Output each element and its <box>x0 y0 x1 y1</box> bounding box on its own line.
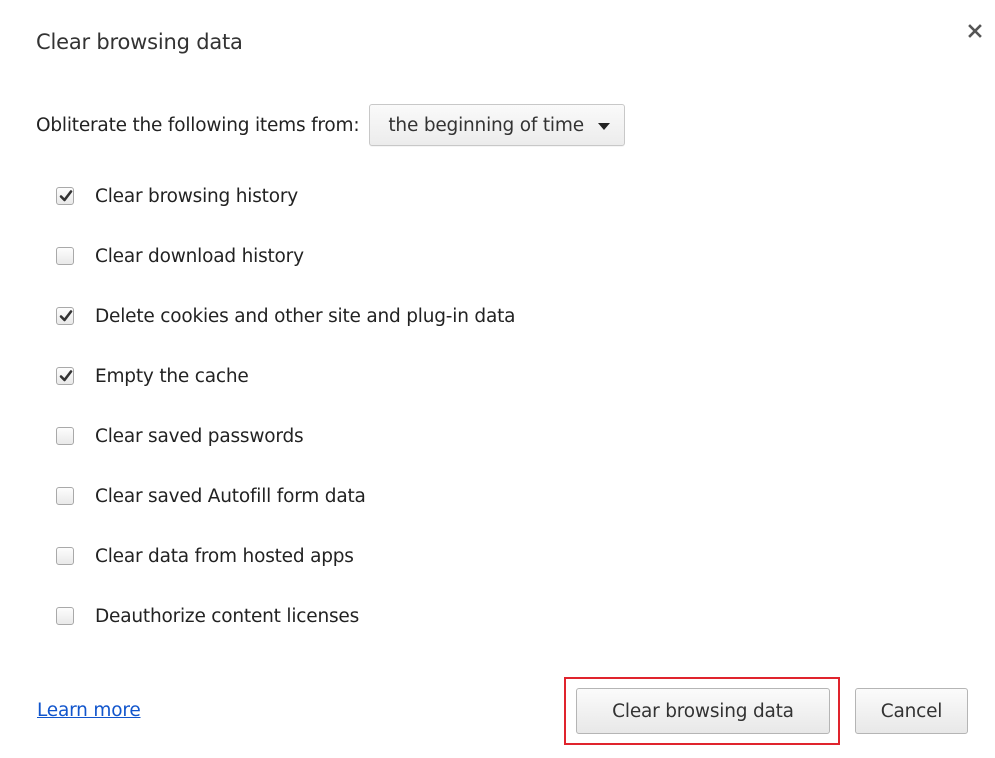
option-clear-hosted-apps-data[interactable]: Clear data from hosted apps <box>56 526 515 586</box>
cancel-button[interactable]: Cancel <box>855 688 968 734</box>
option-delete-cookies[interactable]: Delete cookies and other site and plug-i… <box>56 286 516 346</box>
option-label: Deauthorize content licenses <box>95 605 360 627</box>
checkmark-icon <box>59 310 73 322</box>
option-label: Clear saved Autofill form data <box>95 485 366 507</box>
option-deauthorize-licenses[interactable]: Deauthorize content licenses <box>56 586 515 646</box>
checkbox[interactable] <box>56 367 74 385</box>
checkbox[interactable] <box>56 547 74 565</box>
checkbox[interactable] <box>56 307 74 325</box>
checkbox[interactable] <box>56 607 74 625</box>
dropdown-arrow-icon <box>597 115 610 136</box>
option-empty-cache[interactable]: Empty the cache <box>56 346 515 406</box>
close-button[interactable] <box>962 18 988 44</box>
checkmark-icon <box>59 190 73 202</box>
option-label: Empty the cache <box>95 365 249 387</box>
option-clear-download-history[interactable]: Clear download history <box>56 226 515 286</box>
option-clear-autofill-data[interactable]: Clear saved Autofill form data <box>56 466 515 526</box>
option-label: Clear download history <box>95 245 304 267</box>
dialog-title: Clear browsing data <box>36 30 243 54</box>
close-icon <box>968 24 982 38</box>
option-label: Delete cookies and other site and plug-i… <box>95 305 516 327</box>
checkbox[interactable] <box>56 247 74 265</box>
time-range-row: Obliterate the following items from: the… <box>36 102 625 148</box>
time-range-selected-value: the beginning of time <box>388 114 584 136</box>
checkbox[interactable] <box>56 427 74 445</box>
checkbox[interactable] <box>56 487 74 505</box>
option-clear-saved-passwords[interactable]: Clear saved passwords <box>56 406 515 466</box>
data-type-options: Clear browsing history Clear download hi… <box>56 166 516 646</box>
option-label: Clear data from hosted apps <box>95 545 354 567</box>
option-clear-browsing-history[interactable]: Clear browsing history <box>56 166 515 226</box>
clear-browsing-data-button[interactable]: Clear browsing data <box>576 688 830 734</box>
learn-more-link[interactable]: Learn more <box>37 700 141 721</box>
option-label: Clear browsing history <box>95 185 299 207</box>
checkmark-icon <box>59 370 73 382</box>
clear-browsing-data-dialog: Clear browsing data Obliterate the follo… <box>0 0 995 758</box>
time-range-label: Obliterate the following items from: <box>36 114 360 136</box>
option-label: Clear saved passwords <box>95 425 304 447</box>
checkbox[interactable] <box>56 187 74 205</box>
time-range-select[interactable]: the beginning of time <box>369 104 625 146</box>
